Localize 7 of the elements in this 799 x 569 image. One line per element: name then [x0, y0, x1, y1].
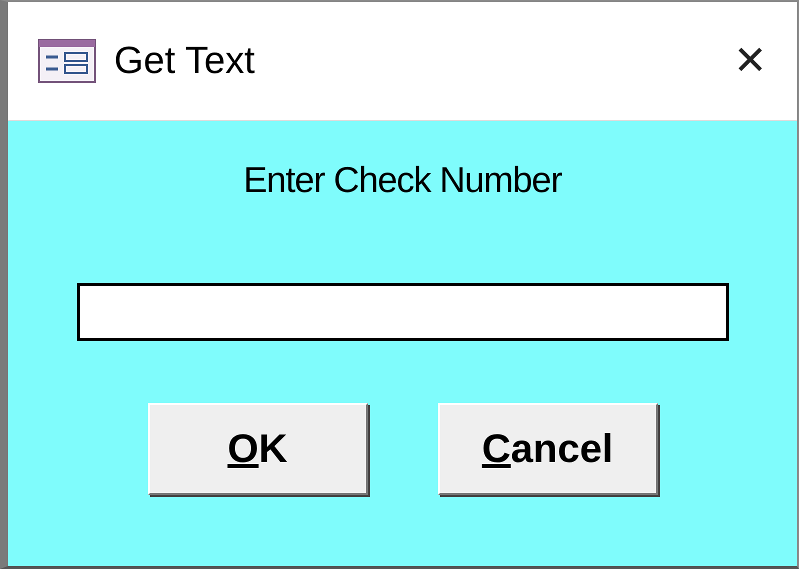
- ok-button[interactable]: OK: [148, 403, 368, 495]
- form-icon: [38, 39, 96, 83]
- input-field[interactable]: [76, 283, 728, 341]
- cancel-button[interactable]: Cancel: [438, 403, 658, 495]
- prompt-label: Enter Check Number: [243, 159, 562, 201]
- window-title: Get Text: [114, 40, 256, 82]
- close-button[interactable]: ✕: [723, 38, 777, 84]
